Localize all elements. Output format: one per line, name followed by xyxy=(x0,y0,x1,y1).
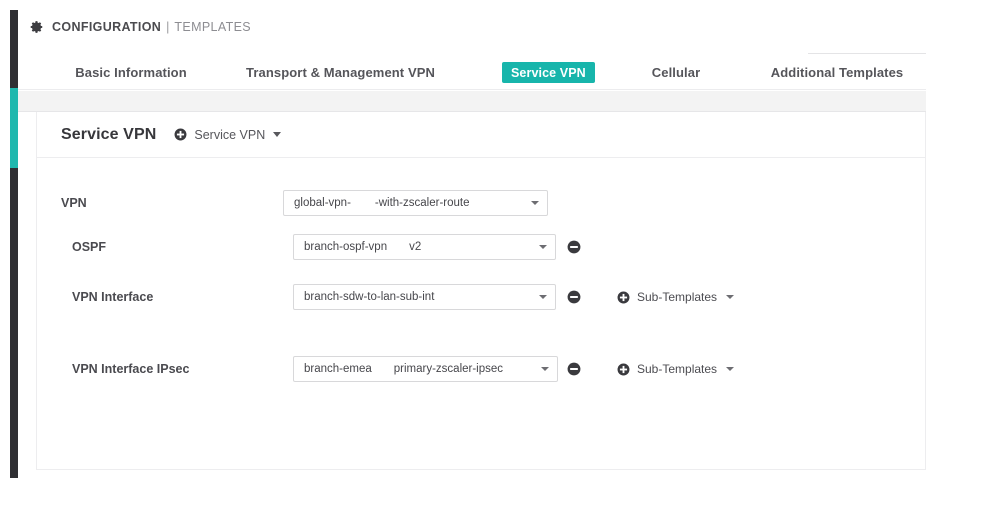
chevron-down-icon xyxy=(539,295,547,299)
chevron-down-icon xyxy=(273,132,282,137)
plus-circle-icon xyxy=(617,363,630,375)
select-vpn-value-left: global-vpn- xyxy=(294,197,351,209)
select-ipsec-value-left: branch-emea xyxy=(304,363,372,375)
select-vpn-value-right: -with-zscaler-route xyxy=(374,197,470,209)
select-ospf-value-right: v2 xyxy=(409,241,422,253)
tab-basic-information[interactable]: Basic Information xyxy=(51,54,211,90)
sub-templates-vpn-interface-ipsec-button[interactable]: Sub-Templates xyxy=(617,362,735,376)
breadcrumb: CONFIGURATION | TEMPLATES xyxy=(18,10,926,43)
left-nav-active-indicator xyxy=(10,88,18,168)
sub-templates-label: Sub-Templates xyxy=(637,362,718,376)
select-vpn-interface[interactable]: branch-sdw-to-lan-sub-int xyxy=(293,284,556,310)
left-nav-rail xyxy=(10,10,18,478)
app-surface: CONFIGURATION | TEMPLATES Basic Informat… xyxy=(18,10,926,478)
select-ipsec-value-right: primary-zscaler-ipsec xyxy=(393,363,504,375)
remove-vpn-interface-button[interactable] xyxy=(567,290,581,304)
chevron-down-icon xyxy=(531,201,539,205)
breadcrumb-sub[interactable]: TEMPLATES xyxy=(174,20,251,34)
breadcrumb-main[interactable]: CONFIGURATION xyxy=(52,20,161,34)
remove-ospf-button[interactable] xyxy=(567,240,581,254)
label-ospf: OSPF xyxy=(72,240,107,254)
section-header: Service VPN Service VPN xyxy=(37,112,925,158)
select-vpn-interface-value: branch-sdw-to-lan-sub-int xyxy=(304,291,435,303)
select-ospf-value-left: branch-ospf-vpn xyxy=(304,241,388,253)
toolbar-band xyxy=(18,91,926,112)
service-vpn-card: Service VPN Service VPN VPN global-vpn- xyxy=(36,112,926,470)
chevron-down-icon xyxy=(726,367,735,371)
app-root: CONFIGURATION | TEMPLATES Basic Informat… xyxy=(0,0,999,515)
chevron-down-icon xyxy=(539,245,547,249)
breadcrumb-separator: | xyxy=(166,19,170,34)
gear-icon xyxy=(30,20,43,33)
tab-transport-management-vpn[interactable]: Transport & Management VPN xyxy=(233,54,448,90)
chevron-down-icon xyxy=(726,295,735,299)
sub-templates-vpn-interface-button[interactable]: Sub-Templates xyxy=(617,290,735,304)
label-vpn-interface-ipsec: VPN Interface IPsec xyxy=(72,362,190,376)
minus-circle-icon xyxy=(567,290,581,304)
select-vpn-interface-ipsec[interactable]: branch-emea primary-zscaler-ipsec xyxy=(293,356,558,382)
page-title: Service VPN xyxy=(61,125,157,143)
minus-circle-icon xyxy=(567,240,581,254)
sub-templates-label: Sub-Templates xyxy=(637,290,718,304)
select-vpn[interactable]: global-vpn- -with-zscaler-route xyxy=(283,190,548,216)
add-service-vpn-label: Service VPN xyxy=(194,127,266,142)
remove-vpn-interface-ipsec-button[interactable] xyxy=(567,362,581,376)
plus-circle-icon xyxy=(617,291,630,303)
label-vpn: VPN xyxy=(61,196,87,210)
tab-cellular[interactable]: Cellular xyxy=(626,54,726,90)
tab-service-vpn[interactable]: Service VPN xyxy=(502,62,595,83)
chevron-down-icon xyxy=(541,367,549,371)
plus-circle-icon xyxy=(174,128,187,141)
minus-circle-icon xyxy=(567,362,581,376)
add-service-vpn-button[interactable]: Service VPN xyxy=(174,127,282,142)
select-ospf[interactable]: branch-ospf-vpn v2 xyxy=(293,234,556,260)
tab-additional-templates[interactable]: Additional Templates xyxy=(748,54,926,90)
label-vpn-interface: VPN Interface xyxy=(72,290,154,304)
template-tabs: Basic Information Transport & Management… xyxy=(18,54,926,90)
